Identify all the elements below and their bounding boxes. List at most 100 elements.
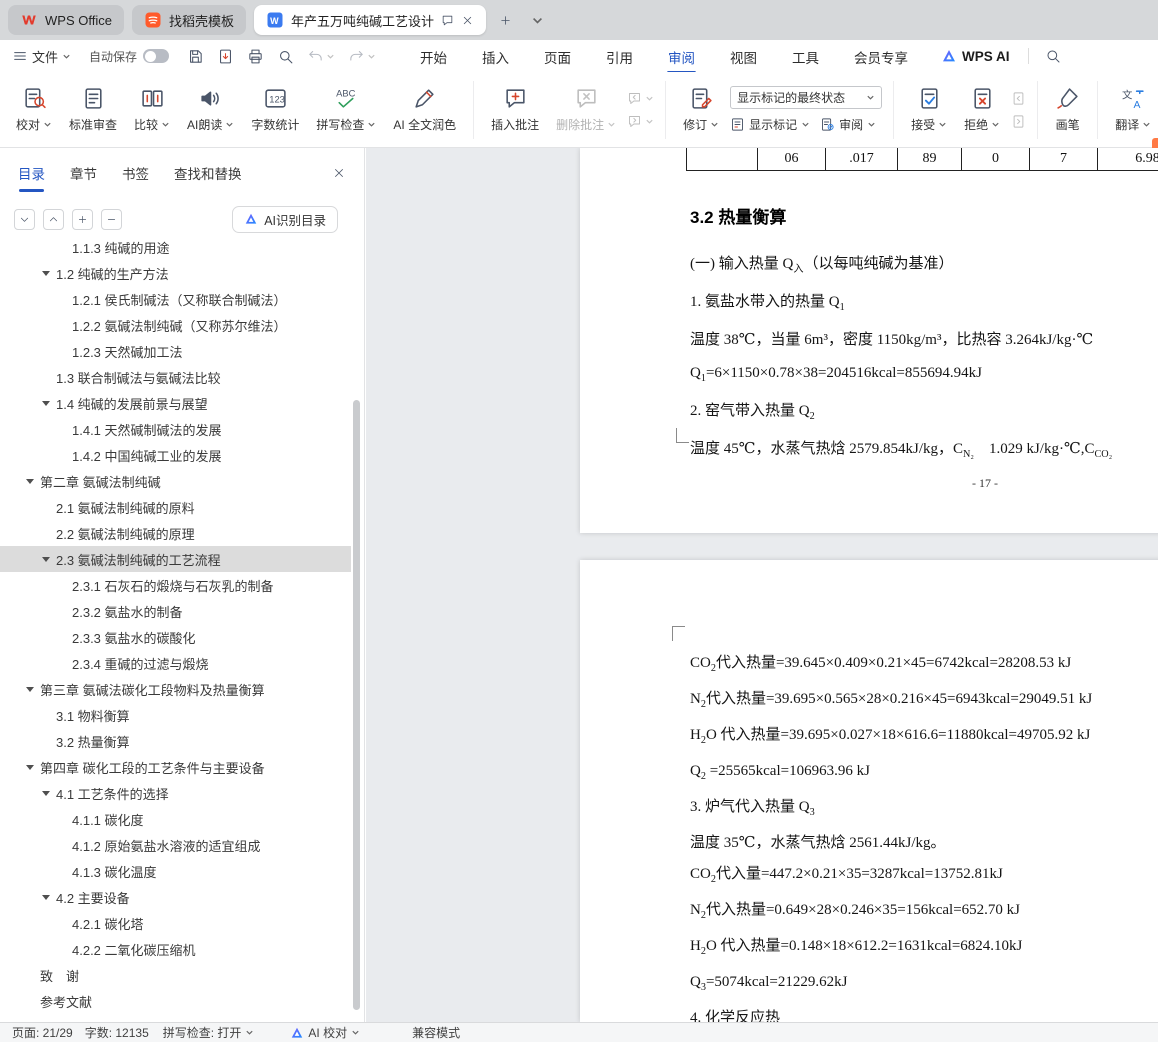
ink-brush-button[interactable]: 画笔 <box>1049 79 1086 141</box>
toc-item[interactable]: 1.2.1 侯氏制碱法（又称联合制碱法） <box>0 286 351 312</box>
toc-expand-arrow-icon[interactable] <box>42 556 50 562</box>
toc-item[interactable]: 1.2 纯碱的生产方法 <box>0 260 351 286</box>
reject-change-button[interactable]: 拒绝 <box>958 79 1006 141</box>
sidebar-scrollbar[interactable] <box>353 400 360 1010</box>
wps-ai-button[interactable]: WPS AI <box>941 48 1010 64</box>
status-ai-proofread[interactable]: AI 校对 <box>290 1024 360 1041</box>
toc-item[interactable]: 1.2.3 天然碱加工法 <box>0 338 351 364</box>
toc-item[interactable]: 2.3.1 石灰石的煅烧与石灰乳的制备 <box>0 572 351 598</box>
status-word-count[interactable]: 字数: 12135 <box>85 1024 149 1041</box>
toc-decrease-level-button[interactable] <box>101 208 122 230</box>
ai-read-aloud-button[interactable]: AI朗读 <box>181 79 240 141</box>
toc-item[interactable]: 2.3.3 氨盐水的碳酸化 <box>0 624 351 650</box>
next-change-button[interactable] <box>1011 114 1026 129</box>
markup-state-dropdown[interactable]: 显示标记的最终状态 <box>730 86 883 109</box>
undo-button[interactable] <box>307 48 335 65</box>
sidebar-tab-find-replace[interactable]: 查找和替换 <box>174 163 242 183</box>
toc-item[interactable]: 1.1.3 纯碱的用途 <box>0 234 351 260</box>
toc-item[interactable]: 4.1.3 碳化温度 <box>0 858 351 884</box>
menu-tab-审阅[interactable]: 审阅 <box>666 40 697 74</box>
menu-tab-工具[interactable]: 工具 <box>790 40 821 73</box>
print-button[interactable] <box>247 48 264 65</box>
ai-identify-toc-button[interactable]: AI识别目录 <box>232 205 338 233</box>
redo-button[interactable] <box>348 48 376 65</box>
menu-tab-引用[interactable]: 引用 <box>604 40 635 73</box>
menu-tab-会员专享[interactable]: 会员专享 <box>852 40 910 73</box>
toc-item[interactable]: 4.1 工艺条件的选择 <box>0 780 351 806</box>
ai-polish-button[interactable]: AI 全文润色 <box>387 79 462 141</box>
toc-expand-arrow-icon[interactable] <box>26 764 34 770</box>
menu-tab-视图[interactable]: 视图 <box>728 40 759 73</box>
toc-expand-arrow-icon[interactable] <box>42 790 50 796</box>
status-page-indicator[interactable]: 页面: 21/29 <box>12 1024 73 1041</box>
toc-collapse-all-button[interactable] <box>43 208 64 230</box>
toc-item[interactable]: 1.4.2 中国纯碱工业的发展 <box>0 442 351 468</box>
toc-item[interactable]: 1.4 纯碱的发展前景与展望 <box>0 390 351 416</box>
next-comment-button[interactable] <box>627 114 654 129</box>
translate-button[interactable]: 文A 翻译 <box>1109 79 1157 141</box>
proofread-button[interactable]: 校对 <box>10 79 58 141</box>
toc-expand-all-button[interactable] <box>14 208 35 230</box>
toc-expand-arrow-icon[interactable] <box>26 478 34 484</box>
toc-expand-arrow-icon[interactable] <box>42 894 50 900</box>
toc-expand-arrow-icon[interactable] <box>42 270 50 276</box>
document-area[interactable]: 06.017 89 0 7 6.98 3.2 热量衡算 (一) 输入热量 Q入（以每吨纯… <box>366 148 1158 1022</box>
print-preview-button[interactable] <box>277 48 294 65</box>
toc-item[interactable]: 4.2 主要设备 <box>0 884 351 910</box>
toc-expand-arrow-icon[interactable] <box>26 686 34 692</box>
toc-item[interactable]: 2.3.4 重碱的过滤与煅烧 <box>0 650 351 676</box>
toc-item[interactable]: 3.2 热量衡算 <box>0 728 351 754</box>
file-menu-button[interactable]: 文件 <box>12 47 71 66</box>
toc-item[interactable]: 2.3 氨碱法制纯碱的工艺流程 <box>0 546 351 572</box>
tab-close-icon[interactable] <box>461 14 474 27</box>
toc-item[interactable]: 3.1 物料衡算 <box>0 702 351 728</box>
status-compatibility-mode[interactable]: 兼容模式 <box>412 1024 460 1041</box>
toc-item[interactable]: 4.1.2 原始氨盐水溶液的适宜组成 <box>0 832 351 858</box>
sidebar-tab-toc[interactable]: 目录 <box>18 163 45 192</box>
toc-item[interactable]: 第二章 氨碱法制纯碱 <box>0 468 351 494</box>
sidebar-tab-chapters[interactable]: 章节 <box>70 163 97 183</box>
toc-item[interactable]: 参考文献 <box>0 988 351 1014</box>
show-markup-button[interactable]: 显示标记 <box>730 116 810 133</box>
menu-tab-开始[interactable]: 开始 <box>418 40 449 73</box>
toc-increase-level-button[interactable] <box>72 208 93 230</box>
toc-item[interactable]: 2.3.2 氨盐水的制备 <box>0 598 351 624</box>
save-button[interactable] <box>187 48 204 65</box>
tab-list-dropdown-icon[interactable] <box>526 8 550 32</box>
standard-review-button[interactable]: 标准审查 <box>63 79 123 141</box>
menu-tab-插入[interactable]: 插入 <box>480 40 511 73</box>
tab-docer-templates[interactable]: 找稻壳模板 <box>131 5 246 35</box>
toc-item[interactable]: 致 谢 <box>0 962 351 988</box>
toc-item[interactable]: 4.2.1 碳化塔 <box>0 910 351 936</box>
document-page-17[interactable]: 06.017 89 0 7 6.98 3.2 热量衡算 (一) 输入热量 Q入（以每吨纯… <box>580 148 1158 533</box>
menu-tab-页面[interactable]: 页面 <box>542 40 573 73</box>
toc-item[interactable]: 2.2 氨碱法制纯碱的原理 <box>0 520 351 546</box>
track-changes-button[interactable]: 修订 <box>677 79 725 141</box>
toc-item[interactable]: 1.3 联合制碱法与氨碱法比较 <box>0 364 351 390</box>
toc-item[interactable]: 第三章 氨碱法碳化工段物料及热量衡算 <box>0 676 351 702</box>
delete-comment-button[interactable]: 删除批注 <box>550 79 622 141</box>
review-options-button[interactable]: 审阅 <box>820 116 876 133</box>
toc-item[interactable]: 4.2.2 二氧化碳压缩机 <box>0 936 351 962</box>
export-pdf-button[interactable] <box>217 48 234 65</box>
sidebar-tab-bookmarks[interactable]: 书签 <box>122 163 149 183</box>
toc-item[interactable]: 2.1 氨碱法制纯碱的原料 <box>0 494 351 520</box>
insert-comment-button[interactable]: 插入批注 <box>485 79 545 141</box>
search-button[interactable] <box>1045 48 1061 64</box>
tab-wps-office[interactable]: WPS Office <box>8 5 124 35</box>
previous-comment-button[interactable] <box>627 91 654 106</box>
previous-change-button[interactable] <box>1011 91 1026 106</box>
toc-item[interactable]: 第四章 碳化工段的工艺条件与主要设备 <box>0 754 351 780</box>
status-spell-check[interactable]: 拼写检查: 打开 <box>163 1024 255 1041</box>
word-count-button[interactable]: 123 字数统计 <box>245 79 305 141</box>
toc-item[interactable]: 1.4.1 天然碱制碱法的发展 <box>0 416 351 442</box>
toc-item[interactable]: 4.1.1 碳化度 <box>0 806 351 832</box>
tab-comment-icon[interactable] <box>441 14 454 27</box>
accept-change-button[interactable]: 接受 <box>905 79 953 141</box>
document-page-18[interactable]: CO2代入热量=39.645×0.409×0.21×45=6742kcal=28… <box>580 560 1158 1022</box>
compare-button[interactable]: 比较 <box>128 79 176 141</box>
sidebar-close-icon[interactable] <box>332 166 346 180</box>
autosave-toggle[interactable] <box>143 49 170 63</box>
toc-expand-arrow-icon[interactable] <box>42 400 50 406</box>
new-tab-button[interactable] <box>494 8 518 32</box>
